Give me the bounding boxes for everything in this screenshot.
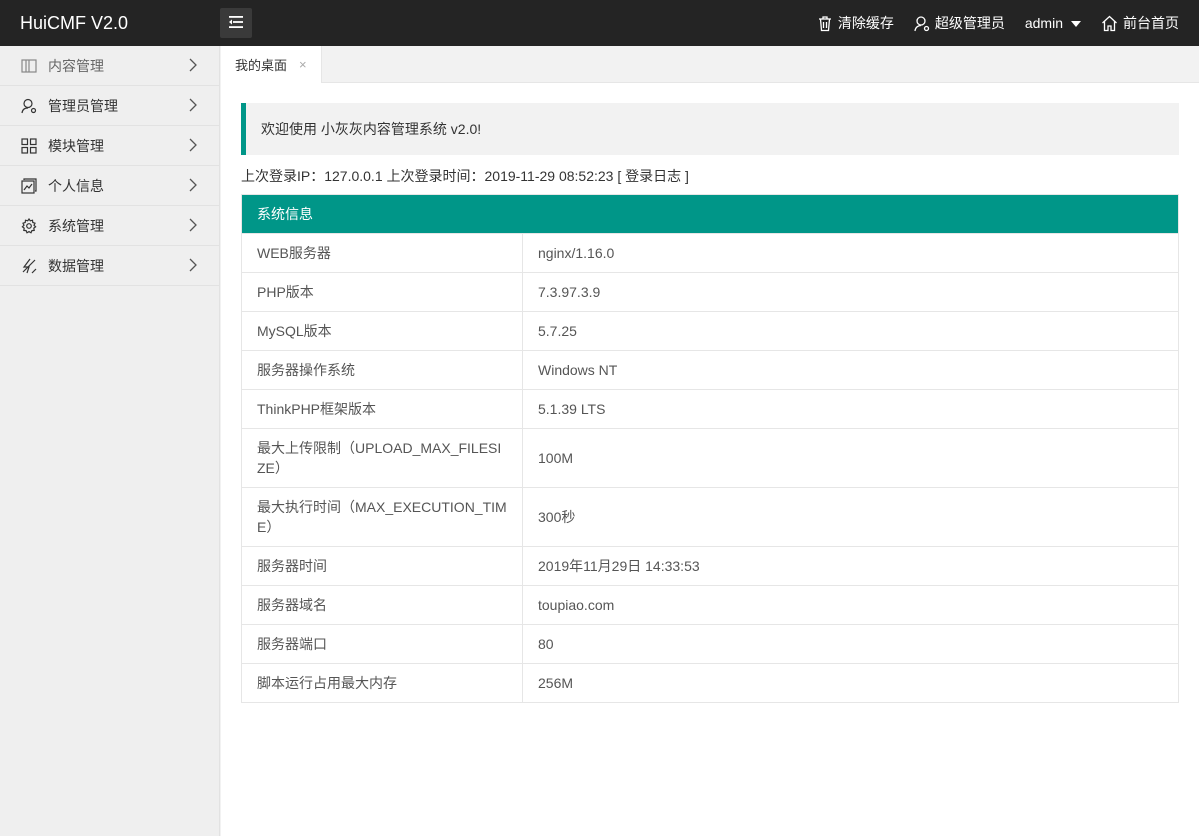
sidebar-item-content[interactable]: 内容管理 bbox=[0, 46, 219, 86]
table-row: 最大上传限制（UPLOAD_MAX_FILESIZE） 100M bbox=[242, 428, 1178, 487]
clear-cache-button[interactable]: 清除缓存 bbox=[817, 13, 894, 33]
sidebar-item-label: 模块管理 bbox=[48, 137, 104, 154]
chart-card-icon bbox=[20, 177, 38, 195]
sidebar-item-profile[interactable]: 个人信息 bbox=[0, 166, 219, 206]
system-info-table: 系统信息 WEB服务器 nginx/1.16.0 PHP版本 7.3.97.3.… bbox=[241, 194, 1179, 703]
chevron-right-icon bbox=[189, 98, 197, 115]
chevron-right-icon bbox=[189, 178, 197, 195]
sidebar-item-data[interactable]: 数据管理 bbox=[0, 246, 219, 286]
row-value: 5.1.39 LTS bbox=[538, 401, 606, 417]
row-key: WEB服务器 bbox=[242, 234, 523, 272]
sidebar-item-label: 内容管理 bbox=[48, 57, 104, 74]
row-key: 服务器端口 bbox=[242, 625, 523, 663]
chevron-right-icon bbox=[189, 218, 197, 235]
last-login-text: 上次登录IP：127.0.0.1 上次登录时间：2019-11-29 08:52… bbox=[241, 168, 614, 184]
role-link[interactable]: 超级管理员 bbox=[914, 13, 1005, 33]
table-row: ThinkPHP框架版本 5.1.39 LTS bbox=[242, 389, 1178, 428]
row-key: 最大上传限制（UPLOAD_MAX_FILESIZE） bbox=[242, 429, 523, 487]
sidebar-item-label: 个人信息 bbox=[48, 177, 104, 194]
top-header: HuiCMF V2.0 清除缓存 超级管理员 admin 前台首页 bbox=[0, 0, 1199, 46]
row-key: ThinkPHP框架版本 bbox=[242, 390, 523, 428]
menu-toggle-button[interactable] bbox=[220, 8, 252, 38]
row-value: nginx/1.16.0 bbox=[538, 245, 615, 261]
row-value: 80 bbox=[538, 636, 554, 652]
row-key: PHP版本 bbox=[242, 273, 523, 311]
trash-icon bbox=[817, 15, 833, 32]
sidebar-item-system[interactable]: 系统管理 bbox=[0, 206, 219, 246]
username-label: admin bbox=[1024, 15, 1063, 31]
caret-down-icon bbox=[1071, 21, 1081, 27]
row-key: 服务器域名 bbox=[242, 586, 523, 624]
chevron-right-icon bbox=[189, 138, 197, 155]
row-value: 256M bbox=[538, 675, 574, 691]
main-area: 我的桌面 × 欢迎使用 小灰灰内容管理系统 v2.0! 上次登录IP：127.0… bbox=[221, 46, 1199, 836]
row-value: 300秒 bbox=[538, 509, 576, 525]
tab-my-desktop[interactable]: 我的桌面 × bbox=[221, 46, 322, 83]
row-value: 2019年11月29日 14:33:53 bbox=[538, 558, 700, 574]
grid-icon bbox=[20, 137, 38, 155]
dashboard-content: 欢迎使用 小灰灰内容管理系统 v2.0! 上次登录IP：127.0.0.1 上次… bbox=[241, 103, 1179, 703]
row-key: 服务器操作系统 bbox=[242, 351, 523, 389]
table-row: PHP版本 7.3.97.3.9 bbox=[242, 272, 1178, 311]
row-key: 服务器时间 bbox=[242, 547, 523, 585]
table-row: 脚本运行占用最大内存 256M bbox=[242, 663, 1178, 702]
tab-label: 我的桌面 bbox=[235, 58, 288, 73]
table-row: 服务器操作系统 Windows NT bbox=[242, 350, 1178, 389]
sidebar-item-modules[interactable]: 模块管理 bbox=[0, 126, 219, 166]
row-key: MySQL版本 bbox=[242, 312, 523, 350]
data-icon bbox=[20, 257, 38, 275]
gear-icon bbox=[20, 217, 38, 235]
row-value: 5.7.25 bbox=[538, 323, 577, 339]
last-login-info: 上次登录IP：127.0.0.1 上次登录时间：2019-11-29 08:52… bbox=[241, 166, 1179, 186]
table-row: WEB服务器 nginx/1.16.0 bbox=[242, 233, 1178, 272]
table-row: 服务器时间 2019年11月29日 14:33:53 bbox=[242, 546, 1178, 585]
login-log-link[interactable]: [ 登录日志 ] bbox=[617, 168, 689, 184]
row-value: 7.3.97.3.9 bbox=[538, 284, 601, 300]
row-key: 脚本运行占用最大内存 bbox=[242, 664, 523, 702]
system-info-title: 系统信息 bbox=[242, 195, 1178, 233]
row-value: 100M bbox=[538, 450, 574, 466]
user-icon bbox=[914, 15, 930, 32]
app-logo[interactable]: HuiCMF V2.0 bbox=[20, 0, 128, 46]
row-value: Windows NT bbox=[538, 362, 618, 378]
close-icon[interactable]: × bbox=[299, 57, 307, 72]
menu-fold-icon bbox=[228, 15, 244, 32]
user-dropdown[interactable]: admin bbox=[1025, 15, 1081, 31]
frontend-home-label: 前台首页 bbox=[1123, 15, 1179, 31]
home-icon bbox=[1101, 15, 1118, 32]
clear-cache-label: 清除缓存 bbox=[837, 15, 894, 31]
table-row: 最大执行时间（MAX_EXECUTION_TIME） 300秒 bbox=[242, 487, 1178, 546]
tab-bar: 我的桌面 × bbox=[221, 46, 1199, 83]
user-icon bbox=[20, 97, 38, 115]
sidebar-item-label: 系统管理 bbox=[48, 217, 104, 234]
table-row: 服务器域名 toupiao.com bbox=[242, 585, 1178, 624]
sidebar: 内容管理 管理员管理 模块管理 个人信息 系统管理 数据管理 bbox=[0, 46, 220, 836]
chevron-right-icon bbox=[189, 58, 197, 75]
welcome-banner: 欢迎使用 小灰灰内容管理系统 v2.0! bbox=[241, 103, 1179, 155]
sidebar-item-label: 数据管理 bbox=[48, 257, 104, 274]
chevron-right-icon bbox=[189, 258, 197, 275]
row-key: 最大执行时间（MAX_EXECUTION_TIME） bbox=[242, 488, 523, 546]
table-row: 服务器端口 80 bbox=[242, 624, 1178, 663]
sidebar-item-label: 管理员管理 bbox=[48, 97, 118, 114]
row-value: toupiao.com bbox=[538, 597, 615, 613]
role-label: 超级管理员 bbox=[934, 15, 1005, 31]
table-row: MySQL版本 5.7.25 bbox=[242, 311, 1178, 350]
frontend-home-link[interactable]: 前台首页 bbox=[1101, 13, 1179, 33]
book-icon bbox=[20, 57, 38, 75]
sidebar-item-admins[interactable]: 管理员管理 bbox=[0, 86, 219, 126]
